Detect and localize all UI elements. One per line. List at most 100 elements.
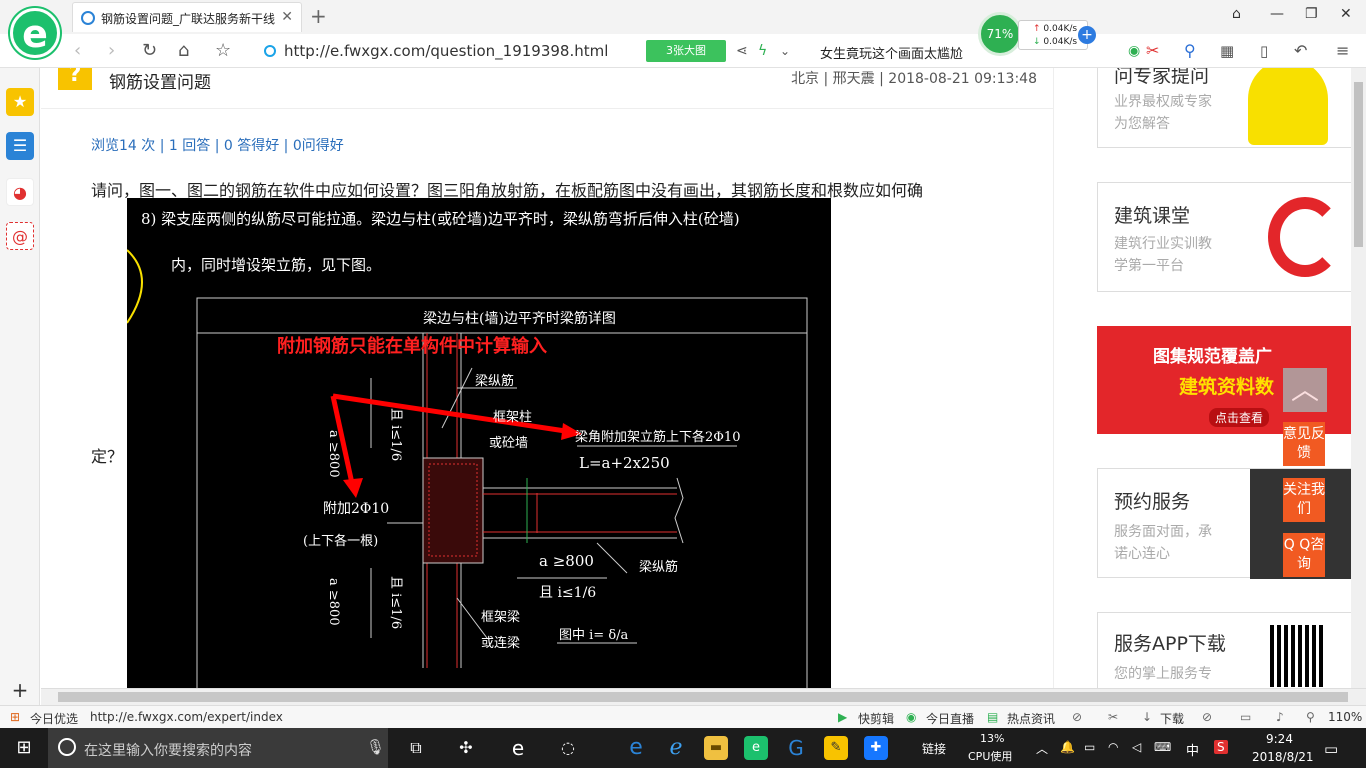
banner-view-button[interactable]: 点击查看 xyxy=(1209,408,1270,427)
tray-chevron-icon[interactable]: ︿ xyxy=(1036,740,1048,757)
today-pick-link[interactable]: 今日优选 xyxy=(30,710,78,727)
keyboard-icon[interactable]: ⌨ xyxy=(1154,740,1171,754)
feedback-button[interactable]: 意见反馈 xyxy=(1283,422,1325,466)
zoom-level[interactable]: 110% xyxy=(1328,710,1362,724)
extension-icon[interactable]: ◉ xyxy=(1128,43,1140,59)
g-app-icon[interactable]: G xyxy=(784,736,808,760)
quick-clip-link[interactable]: 快剪辑 xyxy=(858,710,894,727)
cpu-label: CPU使用 xyxy=(968,750,1013,763)
network-speed-widget[interactable]: 71% ↑ 0.04K/s ↓ 0.04K/s + xyxy=(978,12,1096,56)
close-tab-icon[interactable]: ✕ xyxy=(281,9,293,25)
card-subtitle: 业界最权威专家 xyxy=(1114,94,1212,110)
cad-label-slope: 且 i≤1/6 xyxy=(539,585,597,601)
browser-2345-icon[interactable]: e xyxy=(744,736,768,760)
edge-blue-icon[interactable]: e xyxy=(624,736,648,760)
url-field[interactable]: http://e.fwxgx.com/question_1919398.html xyxy=(260,39,640,63)
ask-expert-card[interactable]: 问专家提问 业界最权威专家 为您解答 xyxy=(1097,68,1351,148)
tab-favicon-icon xyxy=(81,11,95,25)
notes-app-icon[interactable]: ✎ xyxy=(824,736,848,760)
news-icon: ▤ xyxy=(987,710,999,724)
bolt-icon[interactable]: ϟ xyxy=(758,43,767,59)
site-globe-icon xyxy=(264,45,276,57)
tablet-icon[interactable]: ▯ xyxy=(1260,42,1268,60)
download-link[interactable]: 下载 xyxy=(1160,710,1184,727)
home-icon[interactable]: ⌂ xyxy=(178,40,189,61)
cad-red-note: 附加钢筋只能在单构件中计算输入 xyxy=(277,336,547,357)
speaker-icon[interactable]: ◁ xyxy=(1132,740,1141,754)
sync-app-icon[interactable]: ◌ xyxy=(556,736,580,760)
add-sidebar-icon[interactable]: + xyxy=(6,676,34,704)
volume-icon[interactable]: ♪ xyxy=(1276,710,1284,724)
class-logo-icon xyxy=(1268,197,1342,277)
refresh-icon[interactable]: ↻ xyxy=(142,40,157,61)
history-icon[interactable]: ⊘ xyxy=(1202,710,1212,724)
question-meta[interactable]: 北京 | 邢天震 | 2018-08-21 09:13:48 xyxy=(791,68,1037,88)
restore-icon[interactable]: ❐ xyxy=(1305,6,1318,22)
shirt-skin-icon[interactable]: ⌂ xyxy=(1232,6,1241,22)
app-download-card[interactable]: 服务APP下载 您的掌上服务专 xyxy=(1097,612,1351,688)
windows-start-icon[interactable]: ⊞ xyxy=(12,736,36,760)
search-icon[interactable]: ⚲ xyxy=(1184,41,1196,60)
cpu-percent: 13% xyxy=(980,732,1005,745)
follow-us-button[interactable]: 关注我们 xyxy=(1283,478,1325,522)
cad-drawing-image[interactable]: 8) 梁支座两侧的纵筋尽可能拉通。梁边与柱(或砼墙)边平齐时，梁纵筋弯折后伸入柱… xyxy=(127,198,831,688)
building-class-card[interactable]: 建筑课堂 建筑行业实训教 学第一平台 xyxy=(1097,182,1351,292)
question-stats[interactable]: 浏览14 次 | 1 回答 | 0 答得好 | 0问得好 xyxy=(91,135,344,155)
scrollbar-thumb[interactable] xyxy=(1354,82,1363,247)
back-to-top-icon[interactable]: ︿ xyxy=(1283,368,1327,412)
banner-line1: 图集规范覆盖广 xyxy=(1153,347,1272,367)
new-tab-icon[interactable]: + xyxy=(310,4,327,28)
email-icon[interactable]: @ xyxy=(6,222,34,250)
tab-title: 钢筋设置问题_广联达服务新干线 xyxy=(101,12,276,26)
ime-indicator[interactable]: 中 xyxy=(1186,740,1199,759)
horizontal-scrollbar[interactable] xyxy=(41,688,1366,705)
big-image-button[interactable]: 3张大图 xyxy=(646,40,726,62)
reading-list-icon[interactable]: ☰ xyxy=(6,132,34,160)
undo-icon[interactable]: ↶ xyxy=(1294,41,1307,60)
forward-icon[interactable]: › xyxy=(108,40,115,61)
vertical-scrollbar[interactable] xyxy=(1351,68,1366,688)
card-title: 预约服务 xyxy=(1114,491,1191,513)
microphone-icon[interactable]: 🎙 xyxy=(366,738,385,756)
cad-label-frame-beam: 框架梁 xyxy=(481,610,521,625)
tool-app-icon[interactable]: ✚ xyxy=(864,736,888,760)
news-ticker[interactable]: 女生竟玩这个画面太尴尬 xyxy=(820,43,963,62)
scrollbar-thumb[interactable] xyxy=(58,692,1348,702)
net-plus-icon[interactable]: + xyxy=(1078,26,1096,44)
live-link[interactable]: 今日直播 xyxy=(926,710,974,727)
hot-news-link[interactable]: 热点资讯 xyxy=(1007,710,1055,727)
clock-date[interactable]: 2018/8/21 xyxy=(1252,750,1314,764)
favorites-star-icon[interactable]: ★ xyxy=(6,88,34,116)
chevron-down-icon[interactable]: ⌄ xyxy=(780,44,790,58)
sogou-ime-icon[interactable]: S xyxy=(1214,740,1228,754)
share-icon[interactable]: ⋖ xyxy=(736,43,748,59)
close-window-icon[interactable]: ✕ xyxy=(1340,6,1352,22)
qq-consult-button[interactable]: Q Q咨询 xyxy=(1283,533,1325,577)
back-icon[interactable]: ‹ xyxy=(74,40,81,61)
window-icon[interactable]: ▭ xyxy=(1240,710,1251,724)
notification-bell-icon[interactable]: 🔔 xyxy=(1060,740,1075,754)
tools-icon[interactable]: ✂ xyxy=(1108,710,1118,724)
clock-time[interactable]: 9:24 xyxy=(1266,732,1293,746)
battery-icon[interactable]: ▭ xyxy=(1084,740,1095,754)
fan-app-icon[interactable]: ✣ xyxy=(454,736,478,760)
browser-logo-icon[interactable]: e xyxy=(10,8,60,58)
link-label[interactable]: 链接 xyxy=(922,740,946,757)
taskbar-search[interactable]: 在这里输入你要搜索的内容 🎙 xyxy=(48,728,388,768)
scissors-icon[interactable]: ✂ xyxy=(1146,41,1159,60)
task-view-icon[interactable]: ⧉ xyxy=(404,736,428,760)
apps-grid-icon[interactable]: ▦ xyxy=(1220,42,1234,60)
shield-icon[interactable]: ⊘ xyxy=(1072,710,1082,724)
menu-icon[interactable]: ≡ xyxy=(1336,41,1349,60)
ie-icon[interactable]: ℯ xyxy=(664,736,688,760)
qr-code-icon xyxy=(1270,625,1324,687)
cad-label-a800-vertical: a ≥800 xyxy=(326,430,341,478)
favorite-star-icon[interactable]: ☆ xyxy=(215,40,231,61)
weibo-icon[interactable]: ◕ xyxy=(6,178,34,206)
wifi-icon[interactable]: ◠ xyxy=(1108,740,1118,754)
browser-tab[interactable]: 钢筋设置问题_广联达服务新干线 ✕ xyxy=(72,2,302,32)
minimize-icon[interactable]: — xyxy=(1270,6,1284,22)
edge-icon[interactable]: e xyxy=(506,736,530,760)
action-center-icon[interactable]: ▭ xyxy=(1324,740,1338,758)
file-explorer-icon[interactable]: ▬ xyxy=(704,736,728,760)
